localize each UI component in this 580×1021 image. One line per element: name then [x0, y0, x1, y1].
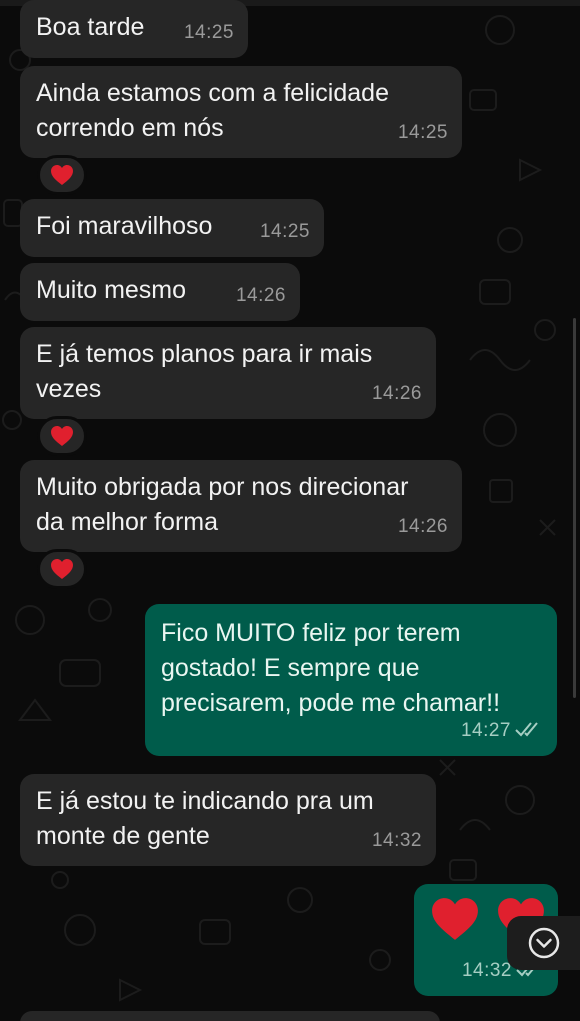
message-time: 14:25 [183, 22, 234, 43]
red-heart-icon [51, 165, 73, 185]
chat-view[interactable]: Boa tarde 14:25 Ainda estamos com a feli… [0, 0, 580, 1021]
heart-reaction[interactable] [37, 155, 87, 195]
incoming-message[interactable]: Muito mesmo 14:26 [20, 263, 300, 321]
red-heart-icon [432, 898, 478, 940]
message-time: 14:25 [397, 122, 448, 143]
incoming-message[interactable]: Foi maravilhoso 14:25 [20, 199, 324, 257]
scroll-to-bottom-button[interactable] [507, 916, 580, 970]
heart-reaction[interactable] [37, 549, 87, 589]
outgoing-message[interactable]: Fico MUITO feliz por terem gostado! E se… [145, 604, 557, 756]
incoming-message[interactable]: E já temos planos para ir mais vezes 14:… [20, 327, 436, 419]
message-time: 14:27 [461, 713, 543, 748]
chevron-down-circle-icon [528, 927, 559, 959]
scrollbar[interactable] [573, 318, 576, 698]
message-time: 14:25 [259, 221, 310, 242]
incoming-message[interactable]: Boa tarde 14:25 [20, 0, 248, 58]
incoming-message[interactable]: Ainda estamos com a felicidade correndo … [20, 66, 462, 158]
message-time: 14:26 [397, 516, 448, 537]
incoming-message[interactable]: Muito obrigada por nos direcionar da mel… [20, 460, 462, 552]
message-text: Ainda estamos com a felicidade correndo … [36, 79, 389, 142]
message-time: 14:32 [371, 830, 422, 851]
red-heart-icon [51, 559, 73, 579]
message-text: Muito obrigada por nos direcionar da mel… [36, 473, 409, 536]
message-time: 14:26 [371, 383, 422, 404]
double-check-icon [515, 722, 538, 737]
red-heart-icon [51, 426, 73, 446]
incoming-message[interactable]: E já estou te indicando pra um monte de … [20, 774, 436, 866]
heart-reaction[interactable] [37, 416, 87, 456]
message-text: Fico MUITO feliz por terem gostado! E se… [161, 619, 501, 717]
message-time: 14:26 [235, 285, 286, 306]
next-message-edge [20, 1011, 440, 1021]
